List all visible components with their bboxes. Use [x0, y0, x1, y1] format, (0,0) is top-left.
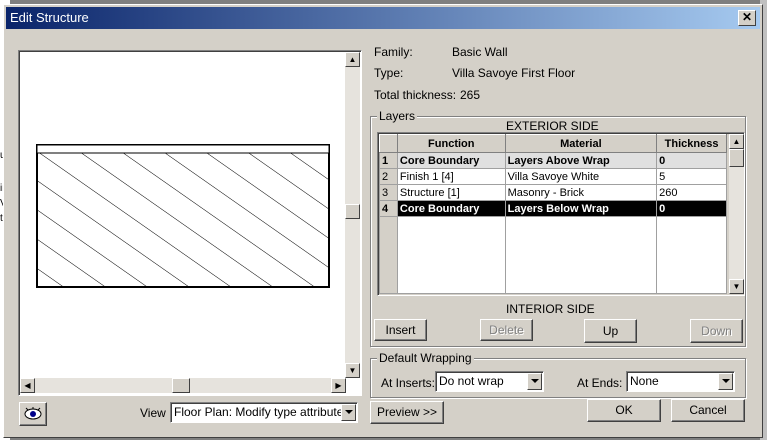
thickness-cell[interactable]: 5 [656, 168, 727, 185]
scroll-left-icon[interactable]: ◀ [20, 378, 35, 393]
function-column-header[interactable]: Function [396, 134, 506, 153]
ok-button[interactable]: OK [587, 399, 661, 422]
material-cell[interactable]: Masonry - Brick [504, 184, 658, 201]
thickness-cell[interactable]: 0 [656, 200, 727, 217]
horizontal-scroll-thumb[interactable] [172, 378, 190, 393]
view-settings-button[interactable] [19, 402, 47, 426]
at-ends-dropdown[interactable]: None [626, 371, 735, 392]
insert-button[interactable]: Insert [374, 319, 427, 341]
material-cell[interactable]: Villa Savoye White [504, 168, 658, 185]
up-button[interactable]: Up [584, 319, 637, 343]
function-cell[interactable]: Core Boundary [396, 152, 506, 169]
view-dropdown[interactable]: Floor Plan: Modify type attributes [170, 402, 358, 423]
delete-button[interactable]: Delete [480, 319, 533, 341]
material-cell[interactable]: Layers Above Wrap [504, 152, 658, 169]
title-bar[interactable]: Edit Structure ✕ [6, 7, 760, 29]
table-row-selected[interactable]: 4 Core Boundary Layers Below Wrap 0 [379, 200, 727, 217]
total-thickness-value: 265 [460, 88, 481, 102]
row-number[interactable]: 1 [379, 152, 398, 169]
at-inserts-dropdown[interactable]: Do not wrap [435, 371, 544, 392]
function-cell[interactable]: Structure [1] [396, 184, 506, 201]
table-row[interactable]: 2 Finish 1 [4] Villa Savoye White 5 [379, 168, 727, 185]
at-ends-value: None [630, 374, 659, 388]
type-label: Type: [374, 66, 404, 80]
exterior-side-label: EXTERIOR SIDE [506, 119, 599, 133]
finish-layer [36, 144, 330, 154]
thickness-cell[interactable]: 260 [656, 184, 727, 201]
material-column-header[interactable]: Material [504, 134, 658, 153]
preview-vertical-scrollbar[interactable]: ▲ ▼ [345, 52, 360, 378]
chevron-down-icon[interactable] [718, 373, 733, 390]
layers-header-row: Function Material Thickness [379, 134, 727, 153]
family-value: Basic Wall [452, 45, 508, 59]
down-button[interactable]: Down [690, 319, 743, 343]
eye-icon [24, 407, 42, 420]
total-thickness-label: Total thickness: [374, 88, 457, 102]
brick-hatch [37, 153, 329, 287]
scroll-down-icon[interactable]: ▼ [729, 279, 744, 294]
material-cell[interactable]: Layers Below Wrap [504, 200, 658, 217]
scroll-down-icon[interactable]: ▼ [345, 363, 360, 378]
view-dropdown-value: Floor Plan: Modify type attributes [174, 405, 350, 419]
preview-button[interactable]: Preview >> [370, 401, 444, 424]
row-number[interactable]: 2 [379, 168, 398, 185]
chevron-down-icon[interactable] [527, 373, 542, 390]
layers-vertical-scrollbar[interactable]: ▲ ▼ [729, 134, 744, 294]
layers-table: Function Material Thickness 1 Core Bound… [379, 134, 727, 294]
view-label: View [140, 406, 166, 420]
default-wrapping-title: Default Wrapping [377, 351, 474, 365]
thickness-column-header[interactable]: Thickness [656, 134, 727, 153]
close-button[interactable]: ✕ [738, 10, 756, 26]
row-number[interactable]: 3 [379, 184, 398, 201]
at-inserts-value: Do not wrap [439, 374, 504, 388]
family-label: Family: [374, 45, 413, 59]
layers-table-frame: Function Material Thickness 1 Core Bound… [377, 132, 745, 296]
function-cell[interactable]: Core Boundary [396, 200, 506, 217]
function-cell[interactable]: Finish 1 [4] [396, 168, 506, 185]
row-number[interactable]: 4 [379, 200, 398, 217]
layers-group-title: Layers [377, 109, 418, 123]
corner-header [379, 134, 398, 153]
at-ends-label: At Ends: [577, 376, 623, 390]
vertical-scroll-thumb[interactable] [345, 204, 360, 219]
layers-scroll-thumb[interactable] [729, 149, 744, 167]
cancel-button[interactable]: Cancel [671, 399, 745, 422]
scroll-up-icon[interactable]: ▲ [345, 52, 360, 67]
scroll-up-icon[interactable]: ▲ [729, 134, 744, 149]
wall-section-drawing [36, 144, 330, 288]
dialog-title: Edit Structure [10, 10, 89, 25]
edit-structure-dialog: Edit Structure ✕ ▲ ▼ ◀ ▶ View Floor Plan… [3, 4, 763, 438]
at-inserts-label: At Inserts: [381, 376, 436, 390]
interior-side-label: INTERIOR SIDE [506, 302, 595, 316]
wall-preview-pane[interactable]: ▲ ▼ ◀ ▶ [18, 50, 362, 396]
empty-table-area [379, 216, 727, 294]
preview-horizontal-scrollbar[interactable]: ◀ ▶ [20, 378, 346, 393]
type-value: Villa Savoye First Floor [452, 66, 576, 80]
chevron-down-icon[interactable] [341, 404, 356, 421]
scroll-right-icon[interactable]: ▶ [331, 378, 346, 393]
table-row[interactable]: 3 Structure [1] Masonry - Brick 260 [379, 184, 727, 201]
table-row[interactable]: 1 Core Boundary Layers Above Wrap 0 [379, 152, 727, 169]
thickness-cell[interactable]: 0 [656, 152, 727, 169]
